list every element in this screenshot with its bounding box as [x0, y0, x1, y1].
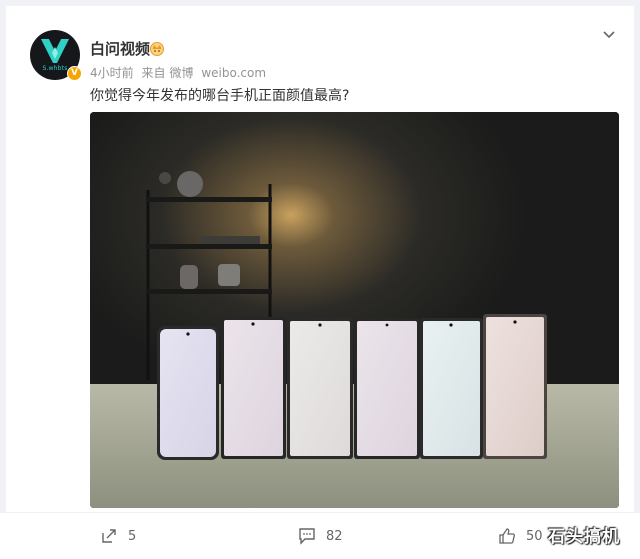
watermark: 石头搞机 [548, 527, 620, 547]
repost-icon [102, 529, 116, 543]
repost-count: 5 [128, 528, 137, 544]
chevron-down-icon[interactable] [602, 28, 616, 42]
post-card: S.whbts V 白问视频 4小时前 来自 微博 weibo.com 你觉得今年… [6, 6, 634, 512]
post-text: 你觉得今年发布的哪台手机正面颜值最高? [90, 88, 350, 104]
verified-badge: V [67, 66, 82, 81]
crown-icon [150, 42, 164, 56]
source-app: 微博 [169, 66, 194, 80]
post-meta: 4小时前 来自 微博 weibo.com [90, 64, 270, 81]
photo-scene [90, 112, 619, 508]
like-icon [499, 528, 515, 544]
source-site: weibo.com [201, 66, 267, 80]
like-count: 50 [526, 528, 543, 544]
source-prefix: 来自 [141, 66, 166, 80]
author-name[interactable]: 白问视频 [90, 38, 150, 59]
post-photo[interactable] [90, 112, 619, 508]
comment-button[interactable]: 82 [298, 527, 343, 545]
post-time[interactable]: 4小时前 [90, 66, 134, 80]
comment-count: 82 [326, 528, 343, 544]
comment-icon [299, 528, 315, 545]
like-button[interactable]: 50 [498, 527, 543, 545]
brand-logo-icon [41, 39, 69, 63]
action-bar: 5 82 50 [0, 512, 640, 559]
repost-button[interactable]: 5 [100, 527, 136, 545]
